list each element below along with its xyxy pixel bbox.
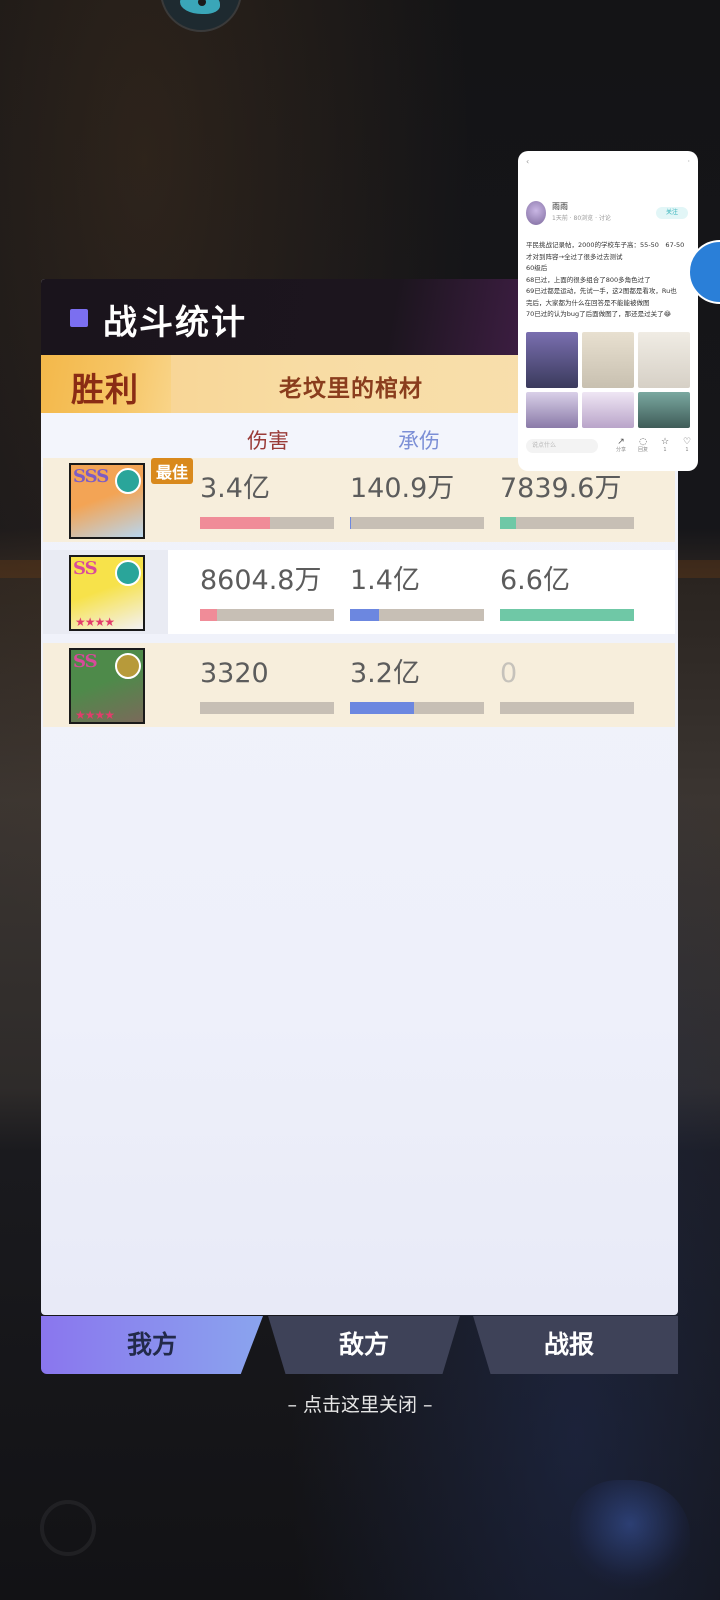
portrait-cell: SSS [43, 458, 168, 542]
post-body-line: 69已过都是运动，先试一手，这2图都是看攻，Ru也 [526, 287, 677, 295]
healing-stat: 7839.6万 [500, 472, 634, 529]
rank-label: SS [73, 651, 98, 672]
post-image[interactable] [638, 332, 690, 388]
post-body: 平民挑战记录帖，2000的学校车子高：55-50 67-50 才对到阵容→全过了很… [526, 240, 692, 321]
post-image[interactable] [582, 392, 634, 428]
tank-stat-bar-fill [350, 702, 415, 714]
healing-stat-bar [500, 702, 634, 714]
post-image[interactable] [582, 332, 634, 388]
floating-post-preview[interactable]: ‹ · 雨雨 1天前 · 80浏览 · 讨论 关注 平民挑战记录帖，2000的学… [518, 151, 698, 471]
best-badge: 最佳 [151, 458, 194, 484]
post-image[interactable] [526, 392, 578, 428]
damage-stat: 3320 [200, 657, 334, 714]
unit-row[interactable]: SS ★★★★ 8604.8万 1.4亿 6.6亿 [43, 550, 675, 634]
damage-stat-value: 3320 [200, 658, 269, 689]
header-damage: 伤害 [247, 429, 289, 453]
victory-label: 胜利 [71, 370, 139, 409]
damage-stat-value: 3.4亿 [200, 473, 270, 504]
post-body-line: 60级后 [526, 264, 548, 272]
tank-stat-bar [350, 702, 484, 714]
portrait-cell: SS ★★★★ [43, 643, 168, 727]
post-body-line: 才对到阵容→全过了很多过去测试 [526, 252, 623, 261]
healing-stat-bar-fill [500, 517, 517, 529]
tab-our-side[interactable]: 我方 [41, 1316, 263, 1374]
comment-input[interactable]: 说点什么 [526, 439, 598, 453]
hero-portrait[interactable]: SS ★★★★ [69, 555, 145, 631]
preview-top-bar: ‹ · [526, 157, 690, 167]
share-count: 分享 [615, 447, 626, 453]
post-actions: 说点什么 ↗ 分享 ◌ 回复 ☆ 1 ♡ 1 [526, 437, 691, 457]
bottom-ring-icon [40, 1500, 96, 1556]
hero-portrait[interactable]: SS ★★★★ [69, 648, 145, 724]
healing-stat-value: 7839.6万 [500, 473, 622, 504]
unit-row[interactable]: SS ★★★★ 3320 3.2亿 0 [43, 643, 675, 727]
header-tank: 承伤 [398, 429, 440, 453]
tab-enemy-side[interactable]: 敌方 [268, 1316, 460, 1374]
bottom-character-icon [570, 1480, 690, 1590]
tank-stat-value: 3.2亿 [350, 658, 420, 689]
portrait-cell: SS ★★★★ [43, 550, 168, 634]
back-icon[interactable]: ‹ [526, 157, 529, 166]
earth-cross-icon [115, 653, 141, 679]
collect-count: 1 [663, 447, 667, 453]
more-icon[interactable]: · [687, 157, 690, 166]
damage-stat: 8604.8万 [200, 564, 334, 621]
healing-stat-value: 6.6亿 [500, 565, 570, 596]
damage-stat-bar-fill [200, 517, 270, 529]
tank-stat-bar-fill [350, 517, 352, 529]
comment-count: 回复 [637, 447, 648, 453]
post-body-line: 70已过的认为bug了后面做图了，那还是过关了😂 [526, 310, 672, 318]
tank-stat-bar-fill [350, 609, 380, 621]
comment-icon[interactable]: ◌ 回复 [636, 437, 650, 453]
healing-stat: 6.6亿 [500, 564, 634, 621]
star-rating: ★★★★ [75, 615, 115, 629]
post-body-line: 完后，大家都为什么在回答是不能能被做图 [526, 298, 650, 307]
damage-stat-bar [200, 517, 334, 529]
tank-stat: 3.2亿 [350, 657, 484, 714]
post-image[interactable] [526, 332, 578, 388]
damage-stat-value: 8604.8万 [200, 565, 322, 596]
hero-portrait[interactable]: SSS [69, 463, 145, 539]
damage-stat-bar-fill [200, 609, 218, 621]
tank-stat-value: 140.9万 [350, 473, 455, 504]
follow-button[interactable]: 关注 [656, 207, 688, 219]
wind-swirl-icon [115, 560, 141, 586]
healing-stat-value: 0 [500, 658, 518, 689]
damage-stat: 3.4亿 [200, 472, 334, 529]
victory-badge: 胜利 [41, 355, 171, 413]
healing-stat-bar [500, 609, 634, 621]
damage-stat-bar [200, 702, 334, 714]
collect-icon[interactable]: ☆ 1 [658, 437, 672, 453]
close-hint[interactable]: – 点击这里关闭 – [0, 1390, 720, 1417]
tank-stat: 140.9万 [350, 472, 484, 529]
healing-stat-bar [500, 517, 634, 529]
star-rating: ★★★★ [75, 708, 115, 722]
share-icon[interactable]: ↗ 分享 [614, 437, 628, 453]
damage-stat-bar [200, 609, 334, 621]
healing-stat-bar-fill [500, 609, 634, 621]
healing-stat: 0 [500, 657, 634, 714]
like-count: 1 [685, 447, 689, 453]
panel-title: 战斗统计 [103, 303, 247, 343]
tank-stat: 1.4亿 [350, 564, 484, 621]
post-body-line: 平民挑战记录帖，2000的学校车子高：55-50 67-50 [526, 241, 685, 249]
author-name[interactable]: 雨雨 [552, 201, 568, 212]
post-image[interactable] [638, 392, 690, 428]
team-tabs: 我方 敌方 战报 [41, 1316, 678, 1374]
post-meta: 1天前 · 80浏览 · 讨论 [552, 215, 611, 222]
post-body-line: 68已过，上面的很多组合了800多角色过了 [526, 275, 651, 284]
rank-label: SSS [73, 466, 109, 487]
author-avatar[interactable] [526, 201, 546, 225]
tank-stat-value: 1.4亿 [350, 565, 420, 596]
rank-label: SS [73, 558, 98, 579]
tank-stat-bar [350, 517, 484, 529]
like-icon[interactable]: ♡ 1 [680, 437, 694, 453]
wind-swirl-icon [115, 468, 141, 494]
tank-stat-bar [350, 609, 484, 621]
player-name: 老坟里的棺材 [279, 375, 423, 402]
tab-battle-report[interactable]: 战报 [473, 1316, 678, 1374]
title-marker-icon [70, 309, 88, 327]
